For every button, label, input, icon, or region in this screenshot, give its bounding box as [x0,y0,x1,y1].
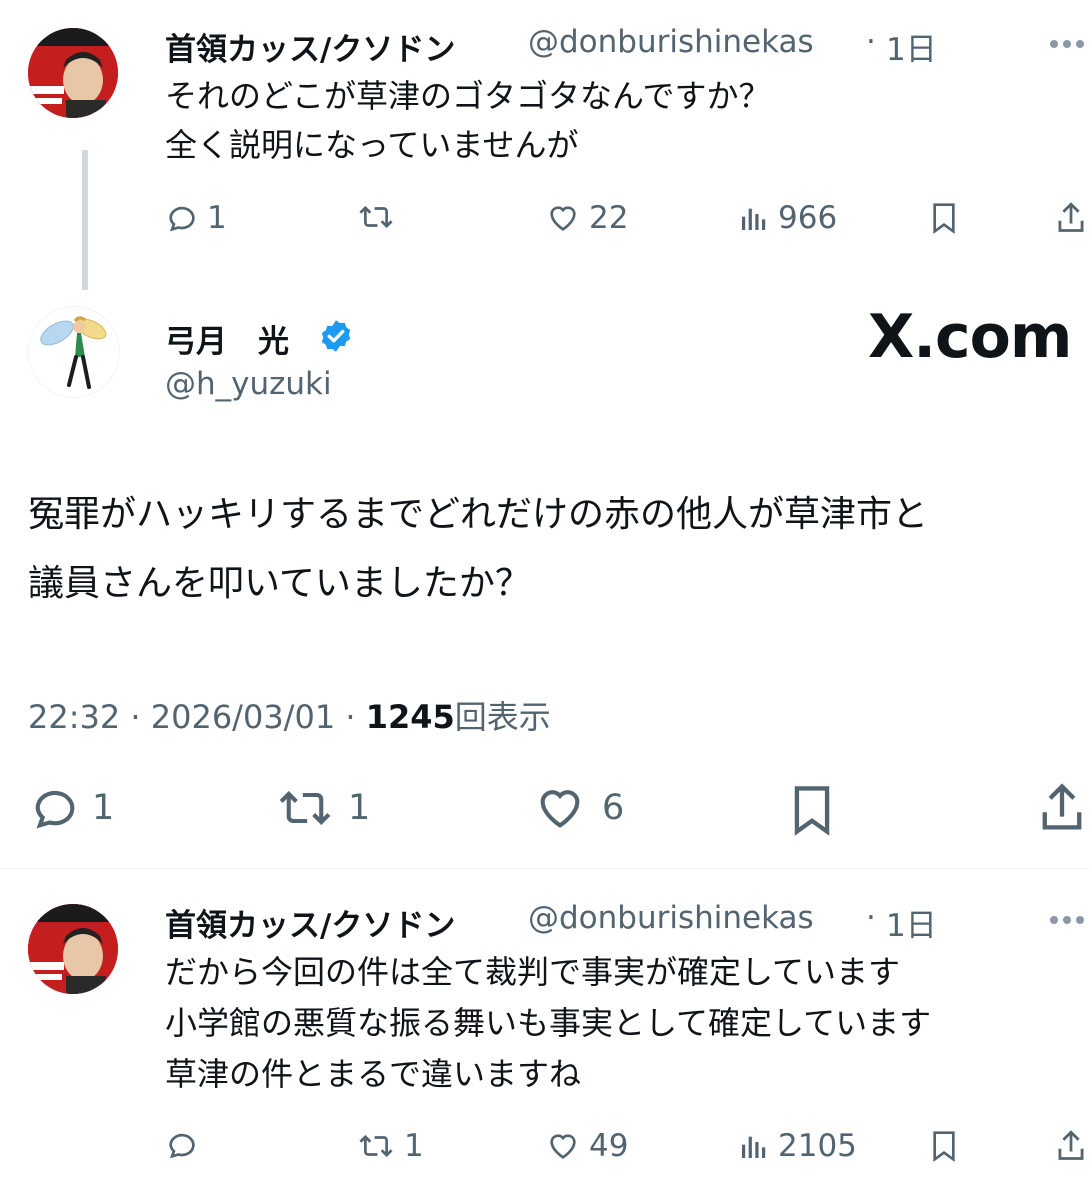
reply1-age[interactable]: 1日 [886,24,937,69]
reply1-avatar[interactable] [28,28,118,118]
bookmark-icon [933,203,955,234]
reply2-view-count: 2105 [778,1128,857,1164]
reply2-views-button[interactable]: 2105 [738,1128,857,1164]
reply2-like-button[interactable]: 49 [545,1128,628,1164]
reply2-text-line-3: 草津の件とまるで違いますね [165,1055,582,1093]
divider [0,868,1090,869]
main-reply-count: 1 [92,788,115,828]
avatar-image [29,307,119,397]
main-retweet-button[interactable]: 1 [272,782,370,834]
reply-icon [169,1133,195,1159]
reply1-text-line-2: 全く説明になっていませんが [165,126,579,164]
main-like-button[interactable]: 6 [528,782,624,834]
reply2-author-name[interactable]: 首領カッス/クソドン [165,900,455,945]
share-icon [1058,202,1084,232]
main-share-button[interactable] [1036,780,1088,836]
retweet-icon [359,1134,393,1158]
share-icon [1058,1130,1084,1160]
reply1-retweet-button[interactable] [356,200,396,234]
avatar-image [28,28,118,118]
reply1-bookmark-button[interactable] [928,200,960,236]
main-avatar[interactable] [28,306,120,398]
heart-icon [540,790,580,828]
main-like-count: 6 [602,788,625,828]
reply2-more-icon[interactable] [1050,916,1084,924]
thread-line [82,150,88,290]
main-view-count: 1245 [365,698,455,736]
reply2-bookmark-button[interactable] [928,1128,960,1164]
main-timestamp[interactable]: 22:32 · 2026/03/01 · [28,698,366,736]
reply1-like-count: 22 [589,200,629,236]
main-text-line-2: 議員さんを叩いていましたか？ [28,563,531,604]
main-timestamp-row: 22:32 · 2026/03/01 · 1245回表示 [28,692,551,738]
reply-icon [169,206,195,232]
reply2-avatar[interactable] [28,904,118,994]
main-view-label: 回表示 [454,698,551,736]
main-reply-button[interactable]: 1 [28,782,114,834]
share-icon [1042,783,1082,830]
reply1-more-icon[interactable] [1050,40,1084,48]
verified-badge-icon [318,318,354,358]
reply1-author-name[interactable]: 首領カッス/クソドン [165,24,455,69]
x-com-watermark: X.com [868,302,1072,372]
retweet-icon [279,791,331,825]
reply2-dot-separator: · [866,900,876,936]
reply1-reply-count: 1 [207,200,227,236]
reply1-views-button[interactable]: 966 [738,200,837,236]
reply1-author-handle[interactable]: @donburishinekas [528,24,814,60]
reply2-author-handle[interactable]: @donburishinekas [528,900,814,936]
reply2-retweet-button[interactable]: 1 [356,1128,424,1164]
views-icon [742,1136,766,1158]
reply1-dot-separator: · [866,24,876,60]
heart-icon [550,206,576,231]
views-icon [742,208,766,230]
heart-icon [550,1134,576,1159]
reply-icon [35,790,75,829]
reply2-text-line-2: 小学館の悪質な振る舞いも事実として確定しています [165,1004,932,1042]
avatar-image [28,904,118,994]
reply2-age[interactable]: 1日 [886,900,937,945]
bookmark-icon [794,786,830,836]
reply2-text-line-1: だから今回の件は全て裁判で事実が確定しています [165,953,901,991]
main-retweet-count: 1 [348,788,371,828]
bookmark-icon [933,1131,955,1162]
reply1-reply-button[interactable]: 1 [165,200,227,236]
reply2-share-button[interactable] [1054,1128,1088,1164]
reply2-retweet-count: 1 [404,1128,424,1164]
main-author-name[interactable]: 弓月 光 [165,316,289,361]
retweet-icon [359,205,393,229]
reply1-like-button[interactable]: 22 [545,200,628,236]
reply1-text-line-1: それのどこが草津のゴタゴタなんですか？ [165,77,771,115]
main-text-line-1: 冤罪がハッキリするまでどれだけの赤の他人が草津市と [28,494,929,535]
reply2-like-count: 49 [589,1128,629,1164]
main-author-handle[interactable]: @h_yuzuki [165,366,332,402]
reply1-view-count: 966 [778,200,838,236]
reply2-reply-button[interactable] [165,1128,199,1162]
reply1-share-button[interactable] [1054,200,1088,236]
main-bookmark-button[interactable] [786,782,838,838]
